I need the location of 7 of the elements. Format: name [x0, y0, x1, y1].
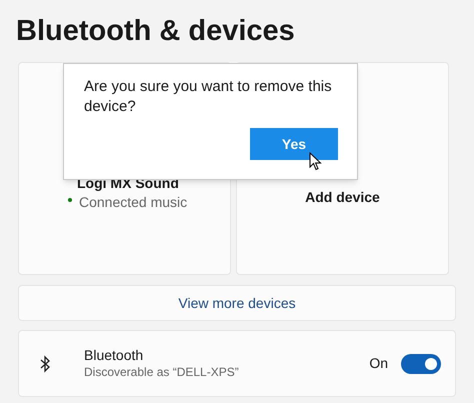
dialog-message: Are you sure you want to remove this device?: [84, 77, 333, 117]
device-status: Connected music: [79, 193, 188, 212]
toggle-state-label: On: [369, 354, 388, 373]
add-device-label: Add device: [304, 188, 381, 207]
page-title: Bluetooth & devices: [16, 14, 296, 49]
discoverable-text: Discoverable as “DELL-XPS”: [84, 364, 240, 380]
bluetooth-label: Bluetooth: [84, 347, 144, 364]
